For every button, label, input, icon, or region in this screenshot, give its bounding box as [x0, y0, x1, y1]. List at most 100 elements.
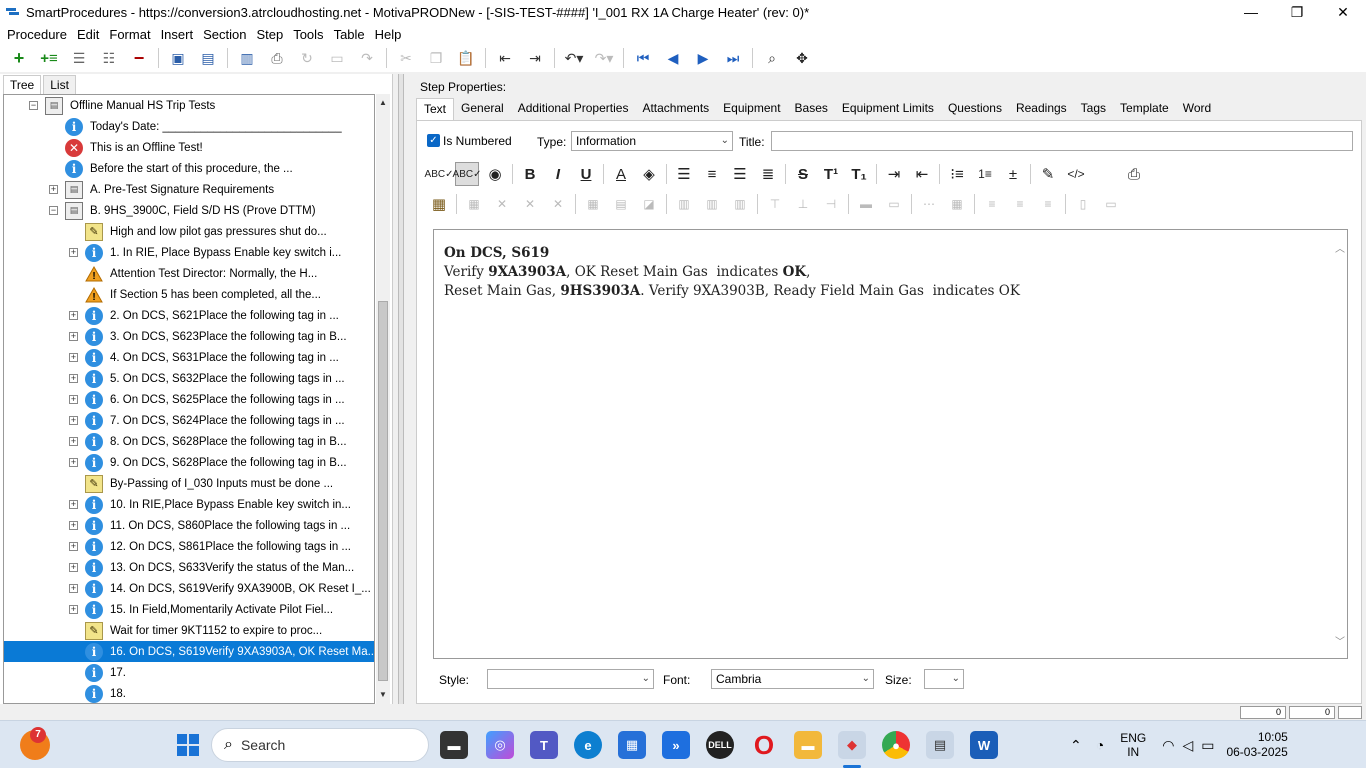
tree-row[interactable]: + i 8. On DCS, S628Place the following tag… — [4, 431, 374, 452]
indent-icon[interactable]: ⇥ — [524, 47, 546, 69]
word-icon[interactable]: W — [970, 731, 998, 759]
expand-icon[interactable]: + — [69, 605, 78, 614]
opera-icon[interactable]: O — [750, 730, 778, 760]
previous-step-icon[interactable]: ◀ — [662, 47, 684, 69]
scroll-thumb[interactable] — [378, 301, 388, 681]
file-explorer-icon[interactable]: ▬ — [794, 731, 822, 759]
font-color-icon[interactable]: A — [609, 162, 633, 186]
tree-row[interactable]: ✎ Wait for timer 9KT1152 to expire to pro… — [4, 620, 374, 641]
tab-tree[interactable]: Tree — [3, 75, 42, 94]
spellcheck-auto-icon[interactable]: ABC✓ — [453, 162, 481, 186]
add-child-icon[interactable]: +≡ — [38, 47, 60, 69]
language-indicator[interactable]: ENG IN — [1120, 731, 1146, 759]
expand-icon[interactable]: + — [69, 395, 78, 404]
tree-row[interactable]: + i 3. On DCS, S623Place the following tag… — [4, 326, 374, 347]
tree-row[interactable]: + i 2. On DCS, S621Place the following tag… — [4, 305, 374, 326]
indent-left-icon[interactable]: ⇤ — [910, 162, 934, 186]
edge-icon[interactable]: e — [574, 731, 602, 759]
menu-table[interactable]: Table — [329, 27, 370, 42]
power-automate-icon[interactable]: » — [662, 731, 690, 759]
expand-icon[interactable]: + — [69, 563, 78, 572]
justify-icon[interactable]: ≣ — [756, 162, 780, 186]
smartprocedures-icon[interactable]: ◆ — [838, 731, 866, 759]
wifi-icon[interactable]: ◠ — [1162, 737, 1174, 754]
tab-word[interactable]: Word — [1176, 98, 1218, 120]
tab-equipment-limits[interactable]: Equipment Limits — [835, 98, 941, 120]
italic-icon[interactable]: I — [546, 162, 570, 186]
tree-row[interactable]: ✎ By-Passing of I_030 Inputs must be done… — [4, 473, 374, 494]
expand-icon[interactable]: + — [69, 458, 78, 467]
bullet-list-icon[interactable]: ⁝≡ — [945, 162, 969, 186]
list-alt-icon[interactable]: ☷ — [98, 47, 120, 69]
tree-row[interactable]: + i 13. On DCS, S633Verify the status of t… — [4, 557, 374, 578]
expand-icon[interactable]: + — [69, 584, 78, 593]
indent-right-icon[interactable]: ⇥ — [882, 162, 906, 186]
next-step-icon[interactable]: ▶ — [692, 47, 714, 69]
menu-tools[interactable]: Tools — [288, 27, 328, 42]
tab-text[interactable]: Text — [416, 98, 455, 120]
tree-row[interactable]: ✎ High and low pilot gas pressures shut d… — [4, 221, 374, 242]
tree-scrollbar[interactable]: ▲ ▼ — [376, 94, 390, 704]
html-source-icon[interactable]: </> — [1064, 162, 1088, 186]
expand-icon[interactable]: + — [69, 311, 78, 320]
tree-row[interactable]: ! If Section 5 has been completed, all th… — [4, 284, 374, 305]
tree-row[interactable]: + i 1. In RIE, Place Bypass Enable key swi… — [4, 242, 374, 263]
pane-splitter[interactable] — [398, 74, 404, 704]
save-all-icon[interactable]: ▣ — [167, 47, 189, 69]
menu-section[interactable]: Section — [198, 27, 251, 42]
magic-wand-icon[interactable]: ✎ — [1036, 162, 1060, 186]
network-tray-icon[interactable]: ◔ — [1096, 737, 1104, 753]
find-icon[interactable]: ⌕ — [761, 47, 783, 69]
menu-insert[interactable]: Insert — [156, 27, 199, 42]
insert-table-icon[interactable]: ▦ — [427, 192, 451, 216]
tree-row[interactable]: + i 6. On DCS, S625Place the following tag… — [4, 389, 374, 410]
tree-row[interactable]: + i 10. In RIE,Place Bypass Enable key swi… — [4, 494, 374, 515]
expand-icon[interactable]: + — [69, 353, 78, 362]
tab-readings[interactable]: Readings — [1009, 98, 1074, 120]
is-numbered-checkbox[interactable]: ✓ — [427, 134, 440, 147]
expand-icon[interactable]: + — [69, 437, 78, 446]
tab-list[interactable]: List — [43, 75, 76, 94]
windows-start-icon[interactable] — [174, 731, 202, 759]
expand-icon[interactable]: + — [69, 500, 78, 509]
expand-icon[interactable]: + — [49, 185, 58, 194]
style-select[interactable]: ⌄ — [487, 669, 654, 689]
outdent-icon[interactable]: ⇤ — [494, 47, 516, 69]
menu-format[interactable]: Format — [104, 27, 155, 42]
scroll-up-icon[interactable]: ▲ — [376, 96, 390, 110]
export-icon[interactable]: ▥ — [236, 47, 258, 69]
tree-row[interactable]: i 18. — [4, 683, 374, 703]
numbered-list-icon[interactable]: 1≡ — [973, 162, 997, 186]
tree-row[interactable]: + i 12. On DCS, S861Place the following ta… — [4, 536, 374, 557]
highlight-icon[interactable]: ◈ — [637, 162, 661, 186]
bold-icon[interactable]: B — [518, 162, 542, 186]
tab-attachments[interactable]: Attachments — [635, 98, 716, 120]
tree-row[interactable]: − ▤ Offline Manual HS Trip Tests — [4, 95, 374, 116]
menu-procedure[interactable]: Procedure — [2, 27, 72, 42]
tab-general[interactable]: General — [454, 98, 511, 120]
expand-icon[interactable]: + — [69, 416, 78, 425]
tree-row[interactable]: − ▤ B. 9HS_3900C, Field S/D HS (Prove DTTM… — [4, 200, 374, 221]
list-icon[interactable]: ☰ — [68, 47, 90, 69]
menu-help[interactable]: Help — [370, 27, 407, 42]
title-input[interactable] — [771, 131, 1353, 151]
chrome-icon[interactable]: ● — [882, 731, 910, 759]
expand-icon[interactable]: + — [69, 374, 78, 383]
clock[interactable]: 10:05 06-03-2025 — [1226, 730, 1287, 760]
close-button[interactable]: ✕ — [1320, 0, 1366, 24]
tree-row[interactable]: i Today's Date: _________________________… — [4, 116, 374, 137]
save-icon[interactable]: ▤ — [197, 47, 219, 69]
restore-button[interactable]: ❐ — [1274, 0, 1320, 24]
menu-step[interactable]: Step — [251, 27, 288, 42]
expand-icon[interactable]: + — [69, 542, 78, 551]
collapse-icon[interactable]: − — [29, 101, 38, 110]
dell-icon[interactable]: DELL — [706, 731, 734, 759]
tree-row[interactable]: + i 9. On DCS, S628Place the following tag… — [4, 452, 374, 473]
align-right-icon[interactable]: ☰ — [728, 162, 752, 186]
print-preview-icon[interactable]: ⎙ — [1122, 162, 1146, 186]
add-icon[interactable]: + — [8, 47, 30, 69]
menu-edit[interactable]: Edit — [72, 27, 104, 42]
size-select[interactable]: ⌄ — [924, 669, 964, 689]
minimize-button[interactable]: — — [1228, 0, 1274, 24]
tab-equipment[interactable]: Equipment — [716, 98, 787, 120]
